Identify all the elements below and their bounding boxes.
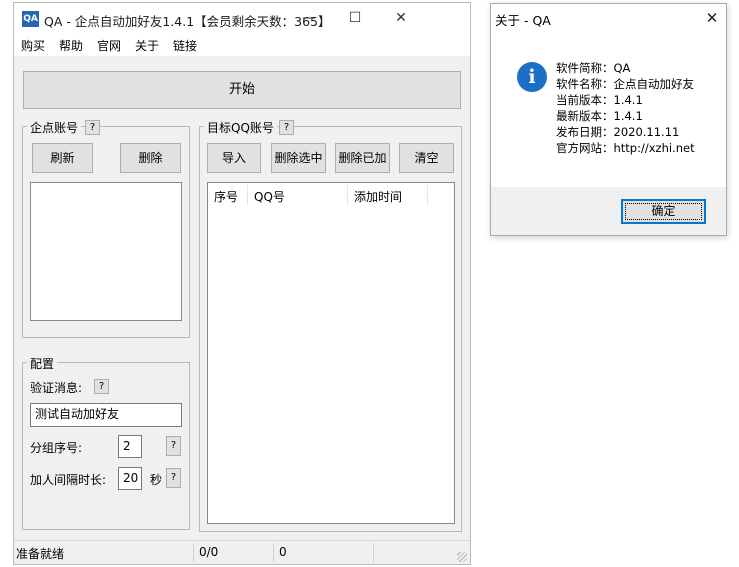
target-group-label: 目标QQ账号 bbox=[204, 119, 277, 136]
interval-label: 加人间隔时长: bbox=[30, 473, 107, 487]
about-line-short-name: 软件简称：QA bbox=[556, 61, 631, 75]
delete-selected-button[interactable]: 删除选中 bbox=[271, 143, 326, 173]
status-count: 0 bbox=[279, 545, 287, 559]
column-header-index[interactable]: 序号 bbox=[214, 188, 238, 205]
ok-button-label: 确定 bbox=[651, 204, 676, 218]
menu-help[interactable]: 帮助 bbox=[59, 37, 83, 54]
close-button[interactable]: ✕ bbox=[378, 3, 424, 34]
target-help-button[interactable]: ? bbox=[279, 120, 294, 135]
status-bar: 准备就绪 0/0 0 bbox=[14, 540, 470, 564]
menu-about[interactable]: 关于 bbox=[135, 37, 159, 54]
interval-input[interactable]: 20 bbox=[118, 467, 142, 490]
about-line-website: 官方网站：http://xzhi.net bbox=[556, 141, 695, 155]
group-index-label: 分组序号: bbox=[30, 441, 83, 455]
table-header: 序号 QQ号 添加时间 bbox=[208, 183, 454, 207]
enterprise-group-label: 企点账号 bbox=[27, 119, 82, 136]
menu-buy[interactable]: 购买 bbox=[21, 37, 45, 54]
status-divider bbox=[373, 543, 374, 562]
about-line-full-name: 软件名称：企点自动加好友 bbox=[556, 77, 694, 91]
status-progress: 0/0 bbox=[199, 545, 219, 559]
about-line-latest-version: 最新版本：1.4.1 bbox=[556, 109, 643, 123]
verify-help-button[interactable]: ? bbox=[94, 379, 109, 394]
about-dialog-title: 关于 - QA bbox=[495, 13, 551, 28]
ok-button[interactable]: 确定 bbox=[621, 199, 706, 224]
group-index-input[interactable]: 2 bbox=[118, 435, 142, 458]
enterprise-help-button[interactable]: ? bbox=[85, 120, 100, 135]
status-divider bbox=[273, 543, 274, 562]
minimize-button[interactable]: — bbox=[286, 3, 332, 34]
status-text: 准备就绪 bbox=[16, 547, 65, 561]
title-bar: QA QA - 企点自动加好友1.4.1【会员剩余天数：365】 — ☐ ✕ bbox=[14, 3, 470, 34]
menu-bar: 购买 帮助 官网 关于 链接 bbox=[14, 34, 470, 56]
column-header-time[interactable]: 添加时间 bbox=[354, 188, 402, 205]
group-help-button[interactable]: ? bbox=[166, 436, 181, 456]
refresh-button[interactable]: 刷新 bbox=[32, 143, 93, 173]
resize-grip-icon[interactable] bbox=[457, 552, 467, 562]
start-button[interactable]: 开始 bbox=[23, 71, 461, 109]
interval-unit: 秒 bbox=[150, 473, 163, 487]
maximize-button[interactable]: ☐ bbox=[332, 3, 378, 34]
delete-added-button[interactable]: 删除已加 bbox=[335, 143, 390, 173]
verify-message-input[interactable]: 测试自动加好友 bbox=[30, 403, 182, 427]
about-close-button[interactable]: ✕ bbox=[698, 5, 726, 31]
info-icon: i bbox=[517, 62, 547, 92]
enterprise-account-list[interactable] bbox=[30, 182, 182, 321]
about-line-release-date: 发布日期：2020.11.11 bbox=[556, 125, 680, 139]
app-icon: QA bbox=[22, 11, 39, 27]
clear-button[interactable]: 清空 bbox=[399, 143, 454, 173]
column-divider bbox=[247, 185, 248, 205]
menu-website[interactable]: 官网 bbox=[97, 37, 121, 54]
about-dialog: 关于 - QA ✕ i 软件简称：QA 软件名称：企点自动加好友 当前版本：1.… bbox=[490, 3, 727, 236]
verify-message-label: 验证消息: bbox=[30, 381, 83, 395]
column-divider bbox=[347, 185, 348, 205]
interval-help-button[interactable]: ? bbox=[166, 468, 181, 488]
status-divider bbox=[193, 543, 194, 562]
about-dialog-footer: 确定 bbox=[491, 187, 726, 235]
delete-button[interactable]: 删除 bbox=[120, 143, 181, 173]
config-group-label: 配置 bbox=[27, 355, 58, 372]
target-qq-table[interactable]: 序号 QQ号 添加时间 bbox=[207, 182, 455, 524]
menu-link[interactable]: 链接 bbox=[173, 37, 197, 54]
column-header-qq[interactable]: QQ号 bbox=[254, 188, 285, 205]
main-window: QA QA - 企点自动加好友1.4.1【会员剩余天数：365】 — ☐ ✕ 购… bbox=[13, 2, 471, 565]
column-divider bbox=[427, 185, 428, 205]
import-button[interactable]: 导入 bbox=[207, 143, 261, 173]
about-line-current-version: 当前版本：1.4.1 bbox=[556, 93, 643, 107]
